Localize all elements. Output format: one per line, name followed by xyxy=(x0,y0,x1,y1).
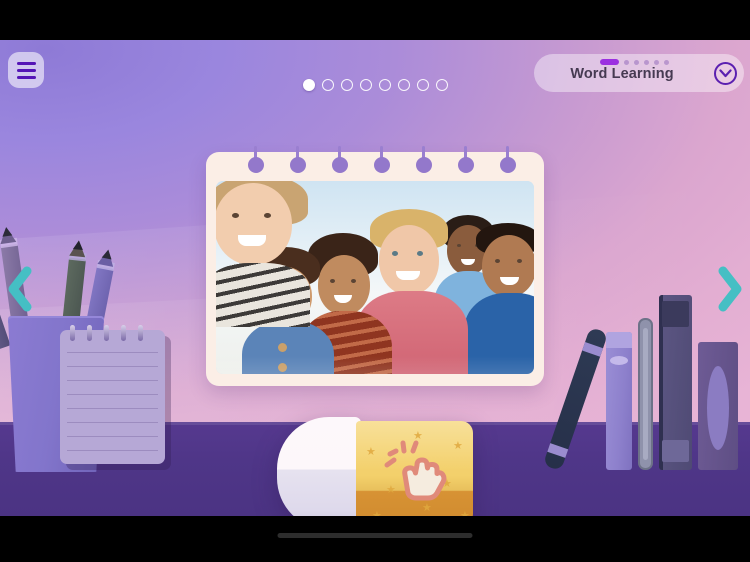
pagination-dot-7[interactable] xyxy=(416,79,429,91)
spiral-notepad xyxy=(60,325,165,464)
tap-hand-pointer-icon xyxy=(384,440,447,501)
lesson-progress-segments xyxy=(600,59,669,65)
chevron-right-icon xyxy=(718,266,742,312)
progress-segment xyxy=(644,59,649,65)
home-indicator-area xyxy=(0,516,750,562)
hamburger-icon-line xyxy=(16,68,36,72)
status-bar xyxy=(0,0,750,40)
eraser-body xyxy=(277,417,361,516)
progress-segment xyxy=(634,59,639,65)
eraser-sleeve: ★ ★ ★ ★ ★ ★ ★ ★ xyxy=(356,421,473,516)
scene: ★ ★ ★ ★ ★ ★ ★ ★ xyxy=(0,40,750,516)
flashcard[interactable] xyxy=(206,146,544,386)
book-2 xyxy=(638,318,653,470)
book-4 xyxy=(698,342,738,470)
flashcard-image xyxy=(216,181,534,374)
pagination-dot-6[interactable] xyxy=(397,79,410,91)
book-1 xyxy=(606,332,632,470)
pagination-dot-8[interactable] xyxy=(435,79,448,91)
star-decoration: ★ xyxy=(372,510,382,516)
chevron-left-icon xyxy=(8,266,32,312)
word-learning-title: Word Learning xyxy=(570,66,674,82)
star-decoration: ★ xyxy=(460,510,470,516)
pagination-dot-5[interactable] xyxy=(378,79,391,91)
chevron-down-icon xyxy=(719,69,732,78)
progress-segment xyxy=(654,59,659,65)
prev-card-button[interactable] xyxy=(4,263,34,315)
pagination-dot-1[interactable] xyxy=(302,79,315,91)
progress-segment xyxy=(624,59,629,65)
next-card-button[interactable] xyxy=(716,263,746,315)
hamburger-icon-line xyxy=(16,61,36,65)
progress-segment-active xyxy=(600,59,619,65)
kid-blonde-striped xyxy=(216,181,312,327)
tap-to-reveal-card[interactable]: ★ ★ ★ ★ ★ ★ ★ ★ xyxy=(277,417,473,516)
pagination-dot-3[interactable] xyxy=(340,79,353,91)
app-root: ★ ★ ★ ★ ★ ★ ★ ★ Word Learning xyxy=(0,0,750,562)
progress-segment xyxy=(664,59,669,65)
kid-blue-tshirt xyxy=(464,223,534,374)
star-decoration: ★ xyxy=(453,440,463,452)
book-3 xyxy=(659,295,692,470)
photo-bottom-haze xyxy=(216,356,534,374)
pagination-dot-2[interactable] xyxy=(321,79,334,91)
notepad-lines xyxy=(67,352,158,456)
flashcard-spiral-rings xyxy=(206,146,544,180)
word-learning-panel[interactable]: Word Learning xyxy=(534,54,744,92)
home-indicator[interactable] xyxy=(277,533,473,538)
pagination-dot-4[interactable] xyxy=(359,79,372,91)
notepad-rings xyxy=(70,325,143,341)
star-decoration: ★ xyxy=(366,446,376,458)
word-learning-expand-button[interactable] xyxy=(714,62,737,85)
